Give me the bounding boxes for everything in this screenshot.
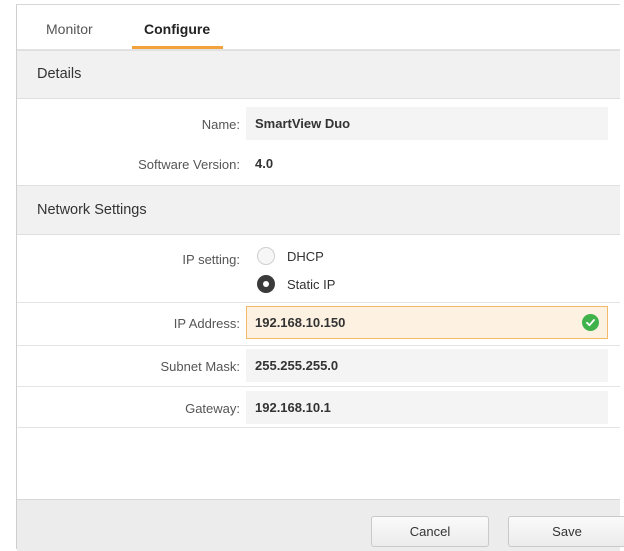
tab-bar: Monitor Configure bbox=[17, 5, 620, 50]
footer-bar: Cancel Save bbox=[17, 499, 624, 551]
gateway-label: Gateway: bbox=[185, 401, 240, 416]
network-section-header: Network Settings bbox=[17, 185, 620, 235]
cancel-button[interactable]: Cancel bbox=[371, 516, 489, 547]
radio-dhcp-button[interactable] bbox=[257, 247, 275, 265]
tab-monitor[interactable]: Monitor bbox=[46, 21, 93, 37]
radio-dhcp-label: DHCP bbox=[287, 248, 324, 264]
divider bbox=[17, 302, 620, 303]
software-version-label: Software Version: bbox=[138, 157, 240, 172]
ip-address-field[interactable]: 192.168.10.150 bbox=[246, 306, 608, 339]
name-label: Name: bbox=[201, 117, 240, 132]
ip-setting-label: IP setting: bbox=[182, 252, 240, 267]
ip-address-label: IP Address: bbox=[173, 316, 240, 331]
name-field[interactable]: SmartView Duo bbox=[246, 107, 608, 140]
divider bbox=[17, 345, 620, 346]
ip-address-value: 192.168.10.150 bbox=[255, 315, 346, 330]
divider bbox=[17, 386, 620, 387]
configure-panel: Monitor Configure Details Name: SmartVie… bbox=[16, 4, 624, 551]
save-button[interactable]: Save bbox=[508, 516, 624, 547]
gateway-field[interactable]: 192.168.10.1 bbox=[246, 391, 608, 424]
details-title: Details bbox=[37, 66, 82, 82]
radio-static-ip-label: Static IP bbox=[287, 276, 336, 292]
network-title: Network Settings bbox=[37, 202, 147, 218]
subnet-mask-label: Subnet Mask: bbox=[160, 359, 241, 374]
active-tab-indicator bbox=[132, 46, 223, 49]
radio-static-ip-button[interactable] bbox=[257, 275, 275, 293]
radio-dhcp[interactable]: DHCP bbox=[257, 245, 324, 267]
divider bbox=[17, 427, 620, 428]
tab-configure[interactable]: Configure bbox=[144, 21, 210, 37]
software-version-value: 4.0 bbox=[255, 156, 274, 171]
details-section-header: Details bbox=[17, 50, 620, 99]
subnet-mask-field[interactable]: 255.255.255.0 bbox=[246, 349, 608, 382]
check-circle-icon bbox=[582, 314, 599, 331]
radio-static-ip[interactable]: Static IP bbox=[257, 273, 335, 295]
